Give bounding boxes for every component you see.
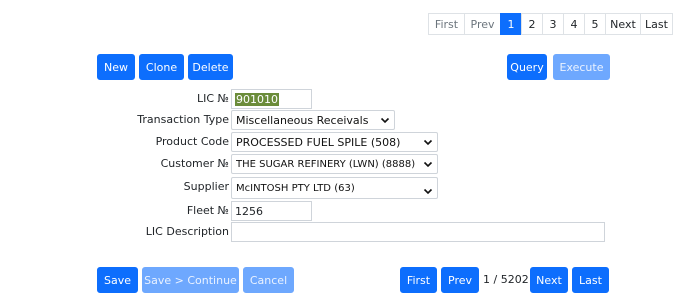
pager-page-3[interactable]: 3	[542, 13, 564, 35]
chevron-down-icon	[423, 159, 433, 169]
chevron-down-icon	[423, 186, 433, 196]
product-code-label: Product Code	[155, 135, 229, 148]
cancel-button[interactable]: Cancel	[243, 267, 294, 293]
record-count: 1 / 5202	[483, 273, 529, 286]
transaction-type-select[interactable]: Miscellaneous Receivals	[231, 110, 395, 130]
pager-first-button[interactable]: First	[428, 13, 465, 35]
new-button[interactable]: New	[97, 54, 135, 80]
execute-button[interactable]: Execute	[553, 54, 610, 80]
footer-prev-button[interactable]: Prev	[441, 267, 479, 293]
clone-button[interactable]: Clone	[139, 54, 184, 80]
pager-page-4[interactable]: 4	[563, 13, 585, 35]
top-pagination: First Prev 1 2 3 4 5 Next Last	[428, 13, 673, 35]
transaction-type-label: Transaction Type	[137, 113, 229, 126]
delete-button[interactable]: Delete	[188, 54, 233, 80]
query-button[interactable]: Query	[507, 54, 547, 80]
customer-no-select[interactable]: THE SUGAR REFINERY (LWN) (8888)	[231, 154, 438, 174]
customer-no-value: THE SUGAR REFINERY (LWN) (8888)	[236, 158, 416, 170]
pager-last-button[interactable]: Last	[640, 13, 673, 35]
chevron-down-icon	[423, 137, 433, 147]
transaction-type-value: Miscellaneous Receivals	[236, 113, 369, 127]
supplier-value: McINTOSH PTY LTD (63)	[236, 182, 355, 194]
pager-prev-button[interactable]: Prev	[464, 13, 501, 35]
pager-page-5[interactable]: 5	[584, 13, 606, 35]
save-continue-button[interactable]: Save > Continue	[142, 267, 239, 293]
footer-next-button[interactable]: Next	[530, 267, 568, 293]
footer-first-button[interactable]: First	[400, 267, 437, 293]
chevron-down-icon	[380, 115, 390, 125]
fleet-no-label: Fleet №	[186, 204, 229, 217]
supplier-label: Supplier	[183, 180, 229, 193]
fleet-no-field[interactable]: 1256	[231, 201, 312, 221]
pager-page-2[interactable]: 2	[521, 13, 543, 35]
lic-no-field[interactable]: 901010	[231, 89, 312, 109]
product-code-value: PROCESSED FUEL SPILE (508)	[236, 135, 401, 149]
product-code-select[interactable]: PROCESSED FUEL SPILE (508)	[231, 132, 438, 152]
fleet-no-value: 1256	[235, 204, 263, 218]
lic-no-label: LIC №	[197, 92, 229, 105]
customer-no-label: Customer №	[160, 157, 229, 170]
supplier-select[interactable]: McINTOSH PTY LTD (63)	[231, 177, 438, 199]
lic-no-value: 901010	[235, 92, 279, 106]
footer-last-button[interactable]: Last	[572, 267, 609, 293]
pager-next-button[interactable]: Next	[605, 13, 641, 35]
lic-description-label: LIC Description	[145, 225, 229, 238]
pager-page-1[interactable]: 1	[500, 13, 522, 35]
lic-description-field[interactable]	[231, 222, 605, 242]
save-button[interactable]: Save	[97, 267, 138, 293]
